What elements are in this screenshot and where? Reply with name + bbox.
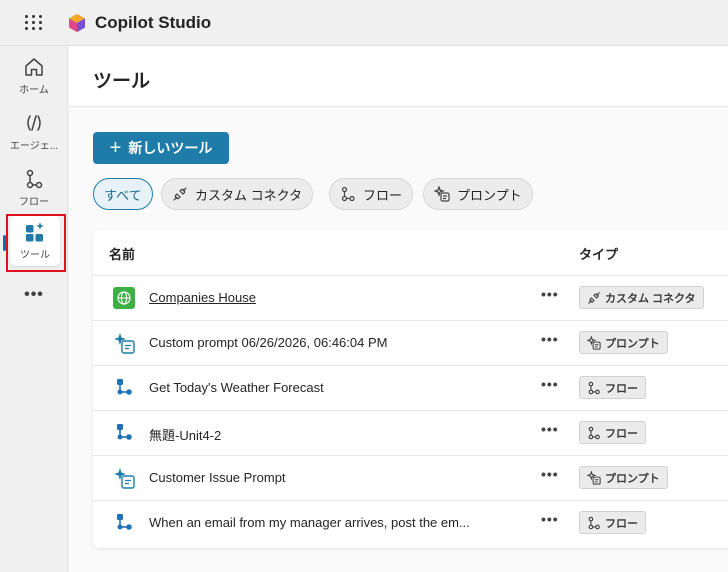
home-icon bbox=[25, 58, 43, 76]
flow-icon bbox=[26, 169, 43, 189]
nav-item-flows[interactable]: フロー bbox=[0, 162, 68, 214]
row-more-icon[interactable]: ••• bbox=[541, 376, 559, 392]
row-name[interactable]: When an email from my manager arrives, p… bbox=[149, 515, 470, 530]
flow-icon bbox=[117, 514, 132, 530]
connector-icon bbox=[173, 187, 187, 201]
type-badge: フロー bbox=[579, 376, 646, 399]
app-title: Copilot Studio bbox=[95, 12, 212, 32]
filter-chip-flow-label: フロー bbox=[363, 187, 403, 203]
table-row[interactable]: When an email from my manager arrives, p… bbox=[93, 500, 728, 545]
flow-icon bbox=[117, 379, 132, 395]
row-name[interactable]: 無題-Unit4-2 bbox=[149, 425, 221, 444]
globe-icon bbox=[113, 287, 135, 309]
row-more-icon[interactable]: ••• bbox=[541, 286, 559, 302]
table-row[interactable]: 無題-Unit4-2 ••• フロー bbox=[93, 410, 728, 455]
row-more-icon[interactable]: ••• bbox=[541, 466, 559, 482]
filter-chip-custom-connector[interactable]: カスタム コネクタ bbox=[161, 178, 314, 210]
filter-chip-all-label: すべて bbox=[104, 187, 142, 203]
page-header: ツール bbox=[69, 46, 728, 107]
row-more-icon[interactable]: ••• bbox=[541, 331, 559, 347]
table-row[interactable]: Companies House ••• カスタム コネクタ bbox=[93, 275, 728, 320]
nav-label-flows: フロー bbox=[19, 197, 49, 208]
connector-icon bbox=[588, 291, 600, 304]
row-more-icon[interactable]: ••• bbox=[541, 511, 559, 527]
type-badge: フロー bbox=[579, 511, 646, 534]
main-content: ツール + 新しいツール すべて カスタム コネクタ フロー プロンプト 名前 bbox=[69, 46, 728, 572]
row-name-link[interactable]: Companies House bbox=[149, 290, 256, 305]
row-name[interactable]: Get Today's Weather Forecast bbox=[149, 380, 324, 395]
filter-chip-prompt-label: プロンプト bbox=[457, 187, 522, 203]
tools-icon bbox=[26, 222, 44, 242]
prompt-icon bbox=[114, 333, 135, 354]
type-badge: プロンプト bbox=[579, 466, 668, 489]
prompt-icon bbox=[114, 468, 135, 489]
nav-label-tools: ツール bbox=[20, 250, 50, 261]
nav-label-agents: エージェ... bbox=[9, 141, 59, 152]
tools-table: 名前 タイプ Companies House ••• カスタム コネクタ Cus… bbox=[93, 230, 728, 548]
flow-icon bbox=[588, 426, 600, 439]
flow-icon bbox=[117, 424, 132, 440]
prompt-icon bbox=[587, 335, 601, 350]
type-badge-label: カスタム コネクタ bbox=[605, 292, 696, 305]
page-title: ツール bbox=[93, 71, 151, 92]
flow-icon bbox=[588, 516, 600, 529]
type-badge-label: フロー bbox=[605, 517, 638, 530]
prompt-icon bbox=[434, 186, 450, 202]
table-row[interactable]: Get Today's Weather Forecast ••• フロー bbox=[93, 365, 728, 410]
filter-chip-prompt[interactable]: プロンプト bbox=[423, 178, 533, 210]
table-row[interactable]: Customer Issue Prompt ••• プロンプト bbox=[93, 455, 728, 500]
type-badge: プロンプト bbox=[579, 331, 668, 354]
left-nav: ホーム エージェ... フロー ツール ••• bbox=[0, 46, 68, 572]
type-badge: フロー bbox=[579, 421, 646, 444]
type-badge-label: フロー bbox=[605, 427, 638, 440]
more-icon[interactable]: ••• bbox=[0, 286, 68, 304]
nav-label-home: ホーム bbox=[19, 85, 49, 96]
filter-chip-flow[interactable]: フロー bbox=[329, 178, 414, 210]
filter-chip-custom-connector-label: カスタム コネクタ bbox=[195, 187, 303, 203]
new-tool-label: 新しいツール bbox=[128, 140, 213, 156]
row-name[interactable]: Custom prompt 06/26/2026, 06:46:04 PM bbox=[149, 335, 387, 350]
type-badge-label: プロンプト bbox=[605, 472, 660, 485]
nav-item-home[interactable]: ホーム bbox=[0, 50, 68, 102]
type-badge: カスタム コネクタ bbox=[579, 286, 704, 309]
copilot-studio-logo-icon bbox=[69, 13, 85, 32]
type-badge-label: プロンプト bbox=[605, 337, 660, 350]
app-launcher-icon[interactable] bbox=[22, 11, 46, 35]
nav-item-tools[interactable]: ツール bbox=[10, 216, 60, 266]
table-row[interactable]: Custom prompt 06/26/2026, 06:46:04 PM ••… bbox=[93, 320, 728, 365]
new-tool-button[interactable]: + 新しいツール bbox=[93, 132, 229, 164]
top-bar: Copilot Studio bbox=[0, 0, 728, 46]
plus-icon: + bbox=[109, 137, 122, 159]
flow-icon bbox=[341, 186, 355, 202]
row-more-icon[interactable]: ••• bbox=[541, 421, 559, 437]
type-badge-label: フロー bbox=[605, 382, 638, 395]
nav-item-agents[interactable]: エージェ... bbox=[0, 106, 68, 158]
agents-icon bbox=[27, 115, 41, 131]
filter-chip-all[interactable]: すべて bbox=[93, 178, 153, 210]
row-name[interactable]: Customer Issue Prompt bbox=[149, 470, 286, 485]
active-indicator bbox=[3, 235, 6, 251]
column-header-name[interactable]: 名前 bbox=[109, 244, 135, 263]
prompt-icon bbox=[587, 470, 601, 485]
column-header-type[interactable]: タイプ bbox=[579, 244, 618, 263]
flow-icon bbox=[588, 381, 600, 394]
